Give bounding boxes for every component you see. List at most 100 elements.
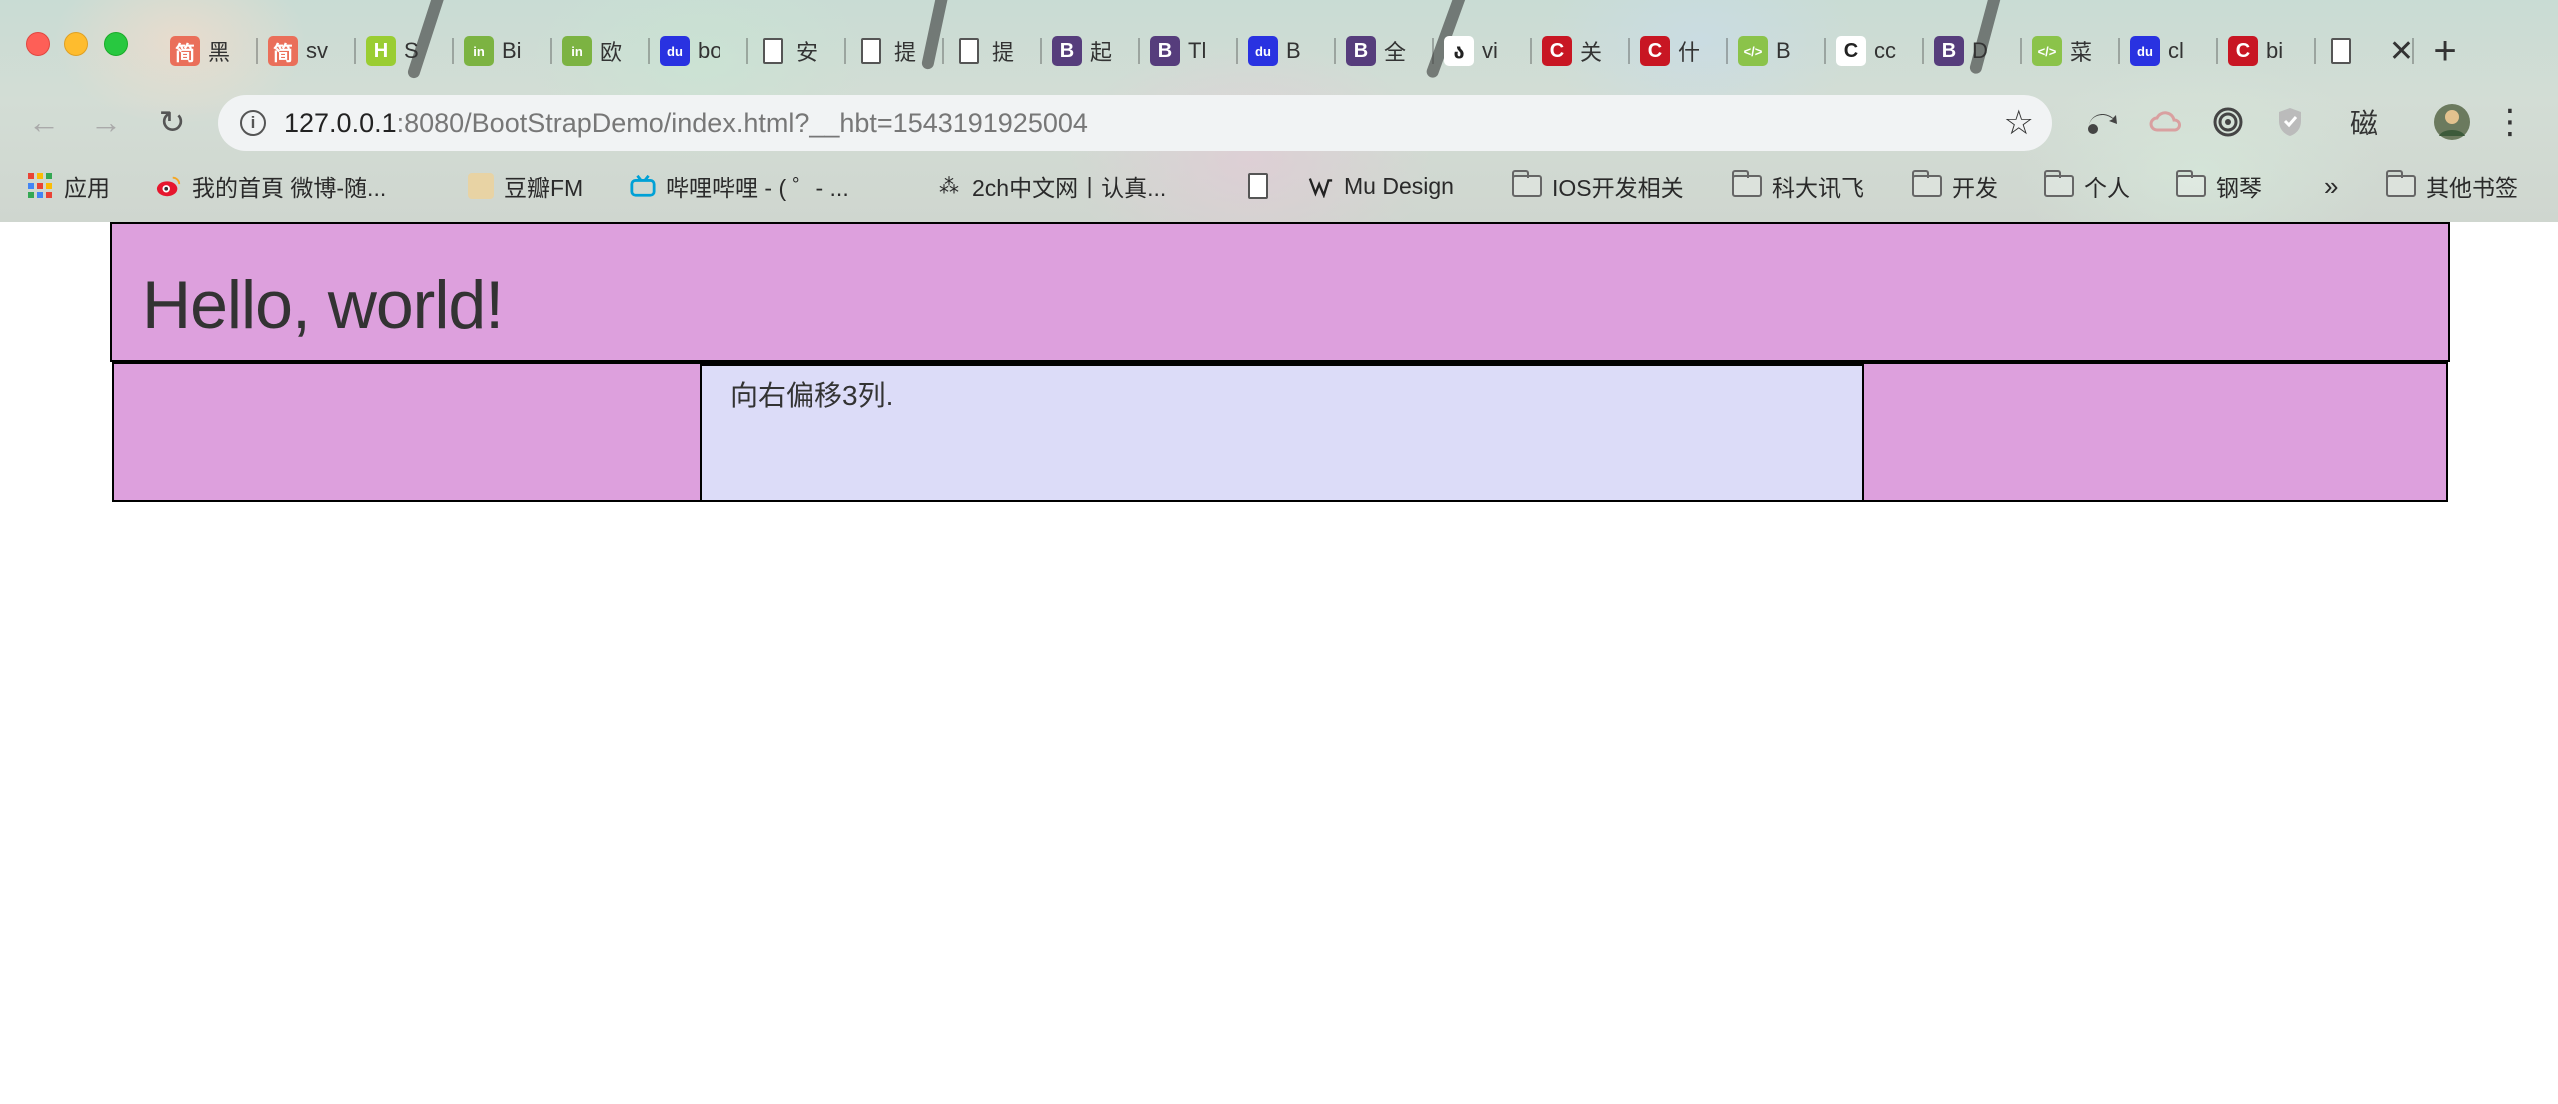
browser-tab[interactable]: </> 菜 [2022,22,2120,80]
bookmark-apps[interactable]: 应用 [28,163,110,209]
browser-tab[interactable]: C关 [1532,22,1630,80]
tab-title: 提 [992,40,1014,65]
browser-tab[interactable]: 简黑 [160,22,258,80]
tab-title: sv [306,38,328,63]
browser-tab[interactable]: Ccc [1826,22,1924,80]
menu-icon[interactable]: ⋮ [2488,100,2532,144]
browser-tab[interactable]: 提 [846,22,944,80]
forward-button[interactable]: → [84,100,128,144]
browser-tab[interactable]: du B [1238,22,1336,80]
bookmark-folder-iflytek[interactable]: 科大讯飞 [1732,163,1864,209]
tab-title: 什 [1678,40,1700,65]
browser-tab[interactable]: 简 sv [258,22,356,80]
url-text[interactable]: 127.0.0.1:8080/BootStrapDemo/index.html?… [284,108,1088,139]
extension-shield-icon[interactable] [2268,100,2312,144]
bookmark-label: 科大讯飞 [1772,175,1864,201]
tab-title: B [1776,38,1791,63]
bookmark-weibo[interactable]: 我的首頁 微博-随... [156,163,386,209]
tab-title: bi [2266,38,2284,63]
window-minimize-button[interactable] [64,32,88,56]
bookmark-folder-ios[interactable]: IOS开发相关 [1512,163,1684,209]
browser-tab[interactable]: Cbi [2218,22,2316,80]
extension-magnet-icon[interactable]: 磁 [2336,100,2392,144]
bookmark-folder-dev[interactable]: 开发 [1912,163,1998,209]
page-icon [856,36,886,66]
url-host: 127.0.0.1 [284,107,397,138]
code-icon: </> [1738,36,1768,66]
browser-tab[interactable]: du cl [2120,22,2218,80]
browser-tab[interactable]: in Bi [454,22,552,80]
tab-title: 安 [796,40,818,65]
bookmark-folder-personal[interactable]: 个人 [2044,163,2130,209]
page-icon [758,36,788,66]
browser-tab[interactable]: BD [1924,22,2022,80]
offset-column: 向右偏移3列. [700,364,1864,502]
bookmark-douban-fm[interactable]: 豆瓣FM [468,163,583,209]
weibo-icon [156,173,182,199]
browser-tab[interactable]: 安 [748,22,846,80]
tab-close-icon[interactable]: ✕ [2389,34,2414,69]
bootstrap-icon: B [1346,36,1376,66]
url-path: :8080/BootStrapDemo/index.html?__hbt=154… [396,107,1088,138]
browser-tab[interactable]: HS [356,22,454,80]
bookmark-untitled[interactable] [1248,163,1268,209]
site-info-icon[interactable]: i [240,110,266,136]
browser-tab[interactable]: </> B [1728,22,1826,80]
extension-cloud-icon[interactable] [2144,100,2188,144]
bookmark-2ch[interactable]: ⁂ 2ch中文网丨认真... [936,163,1166,209]
bookmark-star-icon[interactable]: ☆ [2004,103,2034,143]
tab-title: B [1286,38,1301,63]
browser-tab[interactable]: 提 [944,22,1042,80]
bookmark-label: 2ch中文网丨认真... [972,175,1167,201]
baidu-icon: du [660,36,690,66]
browser-tab[interactable]: in 欧 [552,22,650,80]
bookmark-mu-design[interactable]: Mu Design [1308,163,1454,209]
browser-tab[interactable]: B Tl [1140,22,1238,80]
tab-title: vi [1482,38,1498,63]
jumbotron: Hello, world! [110,222,2450,362]
csdn-icon: C [1542,36,1572,66]
in-icon: in [562,36,592,66]
code-icon: </> [2032,36,2062,66]
back-button[interactable]: ← [22,100,66,144]
browser-tab[interactable]: C什 [1630,22,1728,80]
extension-sync-icon[interactable] [2080,100,2124,144]
reload-button[interactable]: ↻ [150,100,194,144]
tab-title: bo [698,38,720,63]
tab-title: 起 [1090,40,1112,65]
new-tab-button[interactable]: + [2420,26,2470,76]
bookmark-label: 我的首頁 微博-随... [192,175,387,201]
douban-fm-icon [468,173,494,199]
mu-design-icon [1308,173,1334,199]
bookmark-bilibili[interactable]: 哔哩哔哩 - ( ゜- ... [630,163,849,209]
c-icon: C [1836,36,1866,66]
baidu-icon: du [1248,36,1278,66]
baidu-icon: du [2130,36,2160,66]
browser-tab[interactable]: du bo [650,22,748,80]
profile-avatar[interactable] [2430,100,2474,144]
bookmark-label: 应用 [64,175,110,201]
tab-strip: 简黑简 sv H Sin Bi in 欧 du bo 安提提 B 起 B Tl du B B 全 ა vi C 关 C 什 </… [160,22,2460,80]
bookmark-folder-other[interactable]: 其他书签 [2386,163,2518,209]
page-icon [2326,36,2356,66]
address-bar[interactable]: i 127.0.0.1:8080/BootStrapDemo/index.htm… [218,95,2052,151]
bookmark-label: 开发 [1952,175,1998,201]
window-maximize-button[interactable] [104,32,128,56]
browser-tab[interactable]: ✕ [2316,22,2414,80]
browser-chrome: 简黑简 sv H Sin Bi in 欧 du bo 安提提 B 起 B Tl du B B 全 ა vi C 关 C 什 </… [0,0,2558,222]
bookmark-label: Mu Design [1344,172,1454,199]
tab-title: D [1972,38,1988,63]
folder-icon [1912,170,1942,197]
browser-tab[interactable]: B全 [1336,22,1434,80]
tab-title: 欧 [600,40,622,65]
page-icon [1248,173,1268,199]
bookmark-folder-piano[interactable]: 钢琴 [2176,163,2262,209]
extension-spiral-icon[interactable] [2206,100,2250,144]
window-close-button[interactable] [26,32,50,56]
browser-tab[interactable]: ა vi [1434,22,1532,80]
bookmarks-overflow-button[interactable]: » [2324,163,2338,209]
folder-icon [2176,170,2206,197]
tab-title: Tl [1188,38,1207,63]
bookmark-label: IOS开发相关 [1552,175,1684,201]
browser-tab[interactable]: B起 [1042,22,1140,80]
